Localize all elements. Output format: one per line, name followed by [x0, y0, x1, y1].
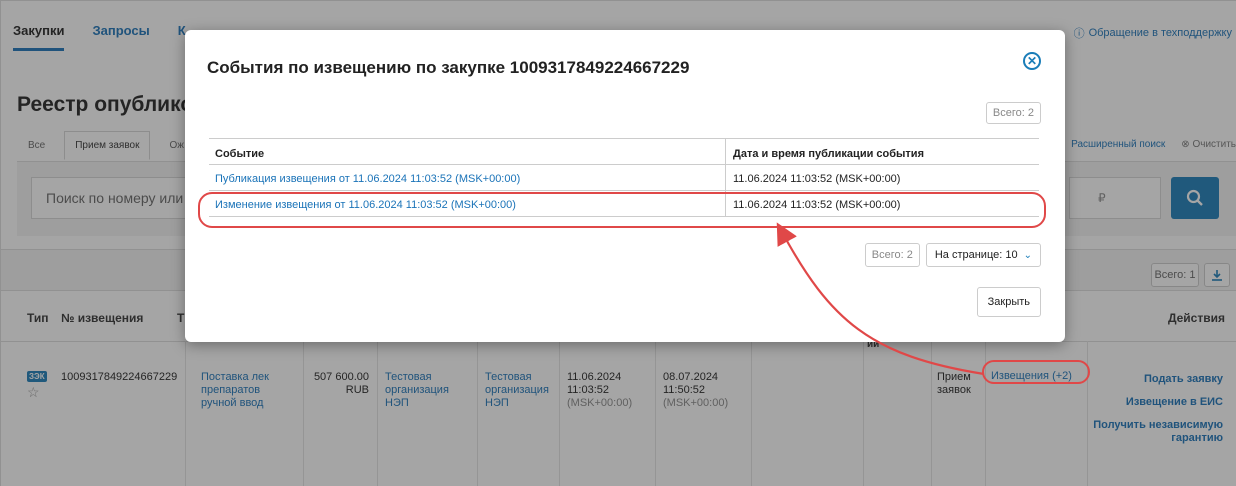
column-divider: [725, 139, 726, 164]
highlight-notices-annotation: [982, 360, 1090, 384]
modal-title: События по извещению по закупке 10093178…: [207, 58, 690, 77]
modal-total-bottom: Всего: 2: [864, 243, 920, 267]
close-button[interactable]: Закрыть: [976, 287, 1041, 317]
per-page-select[interactable]: На странице: 10 ⌄: [925, 243, 1041, 267]
per-page-value: На странице: 10: [934, 249, 1018, 261]
table-row: Публикация извещения от 11.06.2024 11:03…: [209, 165, 1039, 191]
chevron-down-icon: ⌄: [1023, 249, 1032, 261]
highlight-row-annotation: [198, 192, 1046, 228]
events-modal: События по извещению по закупке 10093178…: [185, 30, 1065, 342]
event-datetime: 11.06.2024 11:03:52 (MSK+00:00): [733, 173, 901, 185]
events-table-header: Событие Дата и время публикации события: [209, 139, 1039, 165]
column-divider: [725, 165, 726, 190]
event-link[interactable]: Публикация извещения от 11.06.2024 11:03…: [215, 173, 520, 185]
close-icon[interactable]: ✕: [1023, 52, 1041, 70]
modal-total-top: Всего: 2: [985, 102, 1041, 124]
column-event: Событие: [215, 148, 265, 160]
column-datetime: Дата и время публикации события: [733, 148, 924, 160]
pagination: Всего: 2 На странице: 10 ⌄: [864, 243, 1041, 267]
